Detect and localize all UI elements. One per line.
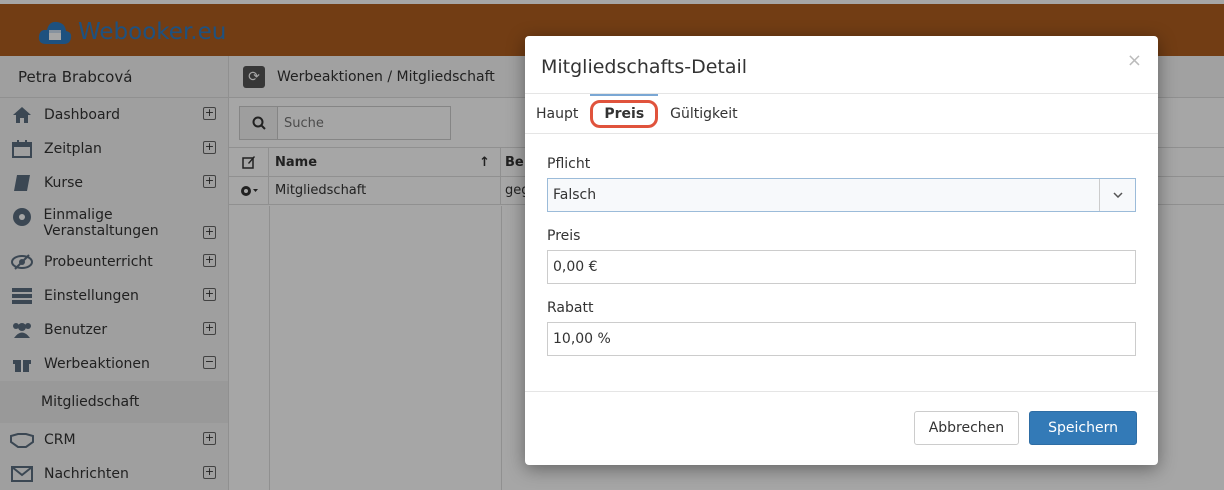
preis-input[interactable]: 0,00 € xyxy=(547,250,1136,284)
save-button[interactable]: Speichern xyxy=(1029,411,1137,445)
rabatt-input[interactable]: 10,00 % xyxy=(547,322,1136,356)
preis-label: Preis xyxy=(547,228,581,244)
rabatt-label: Rabatt xyxy=(547,300,594,316)
tab-haupt[interactable]: Haupt xyxy=(536,106,578,122)
dialog-tabs: Haupt Preis Gültigkeit xyxy=(525,93,1158,134)
dialog-title: Mitgliedschafts-Detail xyxy=(541,56,748,78)
membership-detail-dialog: Mitgliedschafts-Detail × Haupt Preis Gül… xyxy=(525,36,1158,465)
pflicht-label: Pflicht xyxy=(547,156,591,172)
close-icon[interactable]: × xyxy=(1127,50,1142,71)
cancel-button[interactable]: Abbrechen xyxy=(913,411,1020,445)
chevron-down-icon[interactable] xyxy=(1099,179,1135,211)
tab-preis[interactable]: Preis xyxy=(590,93,659,128)
dialog-header: Mitgliedschafts-Detail × xyxy=(525,36,1158,94)
pflicht-select[interactable]: Falsch xyxy=(547,178,1136,212)
dialog-footer: Abbrechen Speichern xyxy=(525,392,1158,464)
dialog-body: Pflicht Falsch Preis 0,00 € Rabatt 10,00… xyxy=(525,134,1158,392)
tab-gueltigkeit[interactable]: Gültigkeit xyxy=(670,106,737,122)
